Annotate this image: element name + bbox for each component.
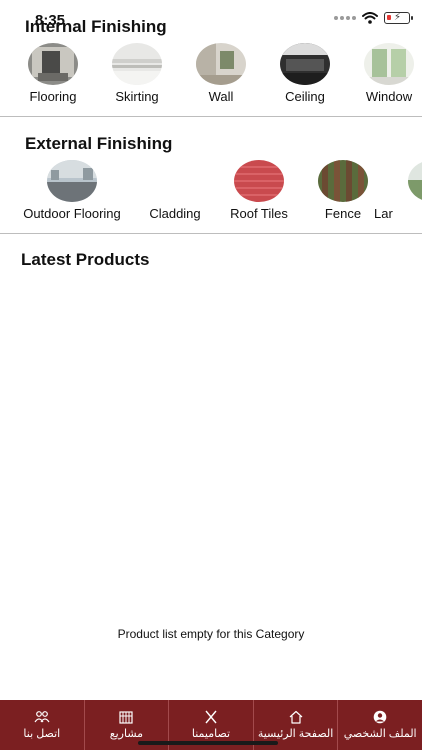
nav-label: الصفحة الرئيسية bbox=[257, 728, 334, 740]
landscape-image bbox=[408, 160, 422, 202]
nav-profile[interactable]: الملف الشخصي bbox=[338, 700, 422, 750]
category-label: Lar bbox=[374, 206, 393, 221]
section-divider bbox=[0, 233, 422, 234]
nav-contact-us[interactable]: اتصل بنا bbox=[0, 700, 85, 750]
profile-icon bbox=[373, 710, 387, 724]
fence-image bbox=[318, 160, 368, 202]
external-finishing-title: External Finishing bbox=[25, 134, 173, 153]
category-label: Wall bbox=[208, 89, 234, 104]
category-fence[interactable]: Fence bbox=[298, 158, 388, 233]
category-label: Cladding bbox=[149, 206, 201, 221]
latest-products-title: Latest Products bbox=[21, 250, 150, 269]
nav-label: اتصل بنا bbox=[23, 728, 61, 740]
outdoor-flooring-image bbox=[47, 160, 97, 202]
status-icons: ⚡ bbox=[334, 12, 413, 24]
category-label: Flooring bbox=[29, 89, 77, 104]
internal-category-row[interactable]: Flooring Skirting Wall Ceiling Window bbox=[0, 41, 422, 116]
category-ceiling[interactable]: Ceiling bbox=[260, 41, 350, 116]
projects-icon bbox=[119, 711, 133, 724]
category-flooring[interactable]: Flooring bbox=[8, 41, 98, 116]
designs-icon bbox=[205, 710, 217, 724]
category-label: Outdoor Flooring bbox=[23, 206, 121, 221]
section-divider bbox=[0, 116, 422, 117]
flooring-image bbox=[28, 43, 78, 85]
home-indicator bbox=[138, 741, 278, 745]
skirting-image bbox=[112, 43, 162, 85]
empty-products-message: Product list empty for this Category bbox=[117, 627, 305, 641]
category-label: Window bbox=[365, 89, 413, 104]
wifi-icon bbox=[362, 12, 378, 24]
signal-dots-icon bbox=[334, 16, 356, 20]
category-window[interactable]: Window bbox=[344, 41, 422, 116]
home-icon bbox=[289, 710, 302, 724]
category-skirting[interactable]: Skirting bbox=[92, 41, 182, 116]
window-image bbox=[364, 43, 414, 85]
category-label: Ceiling bbox=[285, 89, 325, 104]
roof-tiles-image bbox=[234, 160, 284, 202]
category-label: Skirting bbox=[115, 89, 159, 104]
nav-label: الملف الشخصي bbox=[343, 728, 417, 740]
battery-low-icon: ⚡ bbox=[384, 12, 413, 24]
ceiling-image bbox=[280, 43, 330, 85]
wall-image bbox=[196, 43, 246, 85]
category-landscape[interactable]: Lar bbox=[374, 158, 422, 233]
category-outdoor-flooring[interactable]: Outdoor Flooring bbox=[12, 158, 132, 233]
category-roof-tiles[interactable]: Roof Tiles bbox=[214, 158, 304, 233]
contact-icon bbox=[34, 711, 50, 723]
category-label: Roof Tiles bbox=[230, 206, 288, 221]
category-wall[interactable]: Wall bbox=[176, 41, 266, 116]
nav-label: مشاريع bbox=[109, 728, 144, 740]
external-category-row[interactable]: Outdoor Flooring Cladding Roof Tiles Fen… bbox=[0, 158, 422, 233]
nav-label: تصاميمنا bbox=[191, 728, 231, 740]
internal-finishing-title: Internal Finishing bbox=[25, 17, 167, 36]
category-cladding[interactable]: Cladding bbox=[130, 158, 220, 233]
